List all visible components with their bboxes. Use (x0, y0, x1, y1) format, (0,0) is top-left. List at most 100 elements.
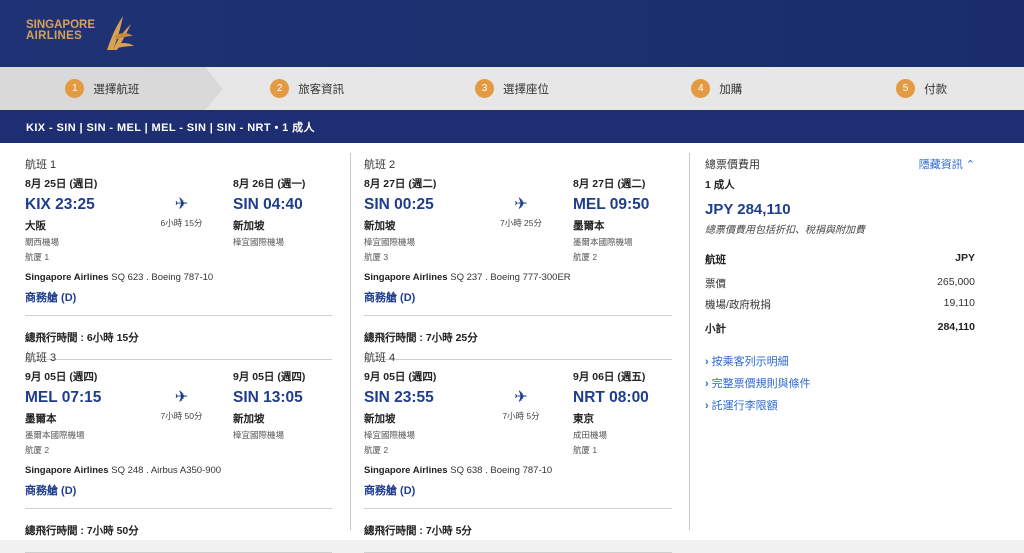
carrier-info: Singapore Airlines SQ 623 . Boeing 787-1… (25, 272, 214, 283)
divider (364, 315, 672, 316)
arrival-info: MEL 09:50 墨爾本 墨爾本國際機場 航厦 2 (573, 196, 672, 263)
departure-terminal: 航厦 2 (25, 445, 50, 455)
arrival-terminal: 航厦 2 (573, 252, 598, 262)
arrival-time: NRT 08:00 (573, 389, 649, 406)
airplane-icon: ✈ (174, 196, 189, 213)
step-payment[interactable]: 5 付款 (819, 67, 1024, 110)
departure-city: 新加坡 (364, 220, 396, 232)
step-label: 選擇航班 (93, 83, 140, 96)
flight-title: 航班 1 (25, 159, 57, 171)
fare-summary-panel: 總票價費用 隱藏資訊 ⌃ 1 成人 JPY 284,110 總票價費用包括折扣、… (705, 143, 975, 413)
total-flight-time: 總飛行時間 : 6小時 15分 (25, 332, 139, 344)
hide-details-toggle[interactable]: 隱藏資訊 ⌃ (919, 156, 975, 172)
flight-card-4: 航班 4 9月 05日 (週四) 9月 06日 (週五) SIN 23:55 新… (364, 349, 672, 553)
step-chevron (204, 67, 223, 110)
step-add-ons[interactable]: 4 加購 (614, 67, 819, 110)
departure-info: SIN 00:25 新加坡 樟宜國際機場 航厦 3 (364, 196, 469, 263)
fare-row: 票價 265,000 (705, 276, 975, 290)
departure-time: MEL 07:15 (25, 389, 102, 406)
step-number: 4 (691, 79, 711, 98)
step-number: 3 (474, 79, 494, 98)
step-number: 5 (896, 79, 916, 98)
arrival-date: 9月 06日 (週五) (573, 371, 646, 383)
site-header: SINGAPORE AIRLINES (0, 0, 1024, 67)
departure-time: SIN 00:25 (364, 196, 434, 213)
step-label: 旅客資訊 (298, 83, 345, 96)
departure-date: 8月 25日 (週日) (25, 178, 98, 190)
departure-airport: 墨爾本國際機場 (25, 430, 85, 440)
departure-info: KIX 23:25 大阪 關西機場 航厦 1 (25, 196, 130, 263)
departure-city: 墨爾本 (25, 413, 57, 425)
fare-total: JPY 284,110 (705, 201, 791, 218)
arrival-city: 墨爾本 (573, 220, 605, 232)
fare-heading: 總票價費用 (705, 159, 760, 171)
departure-date: 9月 05日 (週四) (364, 371, 437, 383)
flight-card-2: 航班 2 8月 27日 (週二) 8月 27日 (週二) SIN 00:25 新… (364, 156, 672, 360)
airplane-icon: ✈ (514, 196, 528, 213)
departure-airport: 樟宜國際機場 (364, 237, 416, 247)
flight-duration: 7小時 50分 (160, 411, 203, 421)
step-select-seat[interactable]: 3 選擇座位 (410, 67, 615, 110)
flight-title: 航班 3 (25, 352, 57, 364)
arrival-time: SIN 04:40 (233, 196, 303, 213)
fare-row: 機場/政府稅捐 19,110 (705, 297, 975, 311)
itinerary-content: 航班 1 8月 25日 (週日) 8月 26日 (週一) KIX 23:25 大… (0, 143, 1024, 553)
singapore-airlines-logo[interactable]: SINGAPORE AIRLINES (26, 10, 135, 52)
departure-info: SIN 23:55 新加坡 樟宜國際機場 航厦 2 (364, 389, 469, 456)
flight-card-3: 航班 3 9月 05日 (週四) 9月 05日 (週四) MEL 07:15 墨… (25, 349, 332, 553)
arrival-time: MEL 09:50 (573, 196, 650, 213)
arrival-info: NRT 08:00 東京 成田機場 航厦 1 (573, 389, 672, 456)
divider (25, 508, 332, 509)
departure-time: KIX 23:25 (25, 196, 95, 213)
cabin-class-link[interactable]: 商務艙 (D) (364, 289, 672, 305)
step-label: 加購 (719, 83, 743, 96)
step-label: 選擇座位 (502, 83, 549, 96)
flight-duration: 7小時 25分 (499, 218, 543, 228)
flight-title: 航班 4 (364, 352, 396, 364)
arrival-airport: 樟宜國際機場 (233, 237, 285, 247)
flight-duration: 6小時 15分 (160, 218, 203, 228)
departure-airport: 樟宜國際機場 (364, 430, 416, 440)
passenger-count: 1 成人 (705, 179, 735, 191)
flight-title: 航班 2 (364, 159, 396, 171)
divider (364, 508, 672, 509)
booking-steps: 1 選擇航班 2 旅客資訊 3 選擇座位 4 加購 5 付款 (0, 67, 1024, 110)
carrier-info: Singapore Airlines SQ 638 . Boeing 787-1… (364, 465, 553, 476)
arrival-date: 9月 05日 (週四) (233, 371, 306, 383)
departure-terminal: 航厦 3 (364, 252, 389, 262)
per-passenger-breakdown-link[interactable]: 按乘客列示明細 (705, 353, 975, 369)
bird-logo-icon (107, 16, 135, 50)
departure-date: 9月 05日 (週四) (25, 371, 98, 383)
arrival-date: 8月 27日 (週二) (573, 178, 646, 190)
divider (25, 315, 332, 316)
carrier-info: Singapore Airlines SQ 237 . Boeing 777-3… (364, 272, 571, 283)
departure-city: 新加坡 (364, 413, 396, 425)
cabin-class-link[interactable]: 商務艙 (D) (364, 482, 672, 498)
airplane-icon: ✈ (514, 389, 528, 406)
departure-airport: 關西機場 (25, 237, 60, 247)
step-number: 2 (270, 79, 290, 98)
fare-subtotal: 小計 284,110 (705, 321, 975, 335)
cabin-class-link[interactable]: 商務艙 (D) (25, 482, 332, 498)
cabin-class-link[interactable]: 商務艙 (D) (25, 289, 332, 305)
fare-table-header: 航班 JPY (705, 252, 975, 266)
flight-card-1: 航班 1 8月 25日 (週日) 8月 26日 (週一) KIX 23:25 大… (25, 156, 332, 360)
total-flight-time: 總飛行時間 : 7小時 50分 (25, 525, 139, 537)
departure-city: 大阪 (25, 220, 46, 232)
baggage-allowance-link[interactable]: 託運行李限額 (705, 397, 975, 413)
fare-rules-link[interactable]: 完整票價規則與條件 (705, 375, 975, 391)
step-select-flight[interactable]: 1 選擇航班 (0, 67, 223, 110)
flight-duration: 7小時 5分 (502, 411, 540, 421)
step-passenger-info[interactable]: 2 旅客資訊 (205, 67, 410, 110)
column-divider (350, 153, 351, 530)
departure-info: MEL 07:15 墨爾本 墨爾本國際機場 航厦 2 (25, 389, 130, 456)
step-label: 付款 (924, 83, 948, 96)
airplane-icon: ✈ (174, 389, 189, 406)
departure-terminal: 航厦 2 (364, 445, 389, 455)
step-number: 1 (65, 79, 85, 98)
carrier-info: Singapore Airlines SQ 248 . Airbus A350-… (25, 465, 222, 476)
total-flight-time: 總飛行時間 : 7小時 5分 (364, 525, 472, 537)
fare-note: 總票價費用包括折扣、稅捐與附加費 (705, 225, 865, 236)
arrival-city: 東京 (573, 413, 594, 425)
arrival-city: 新加坡 (233, 220, 265, 232)
